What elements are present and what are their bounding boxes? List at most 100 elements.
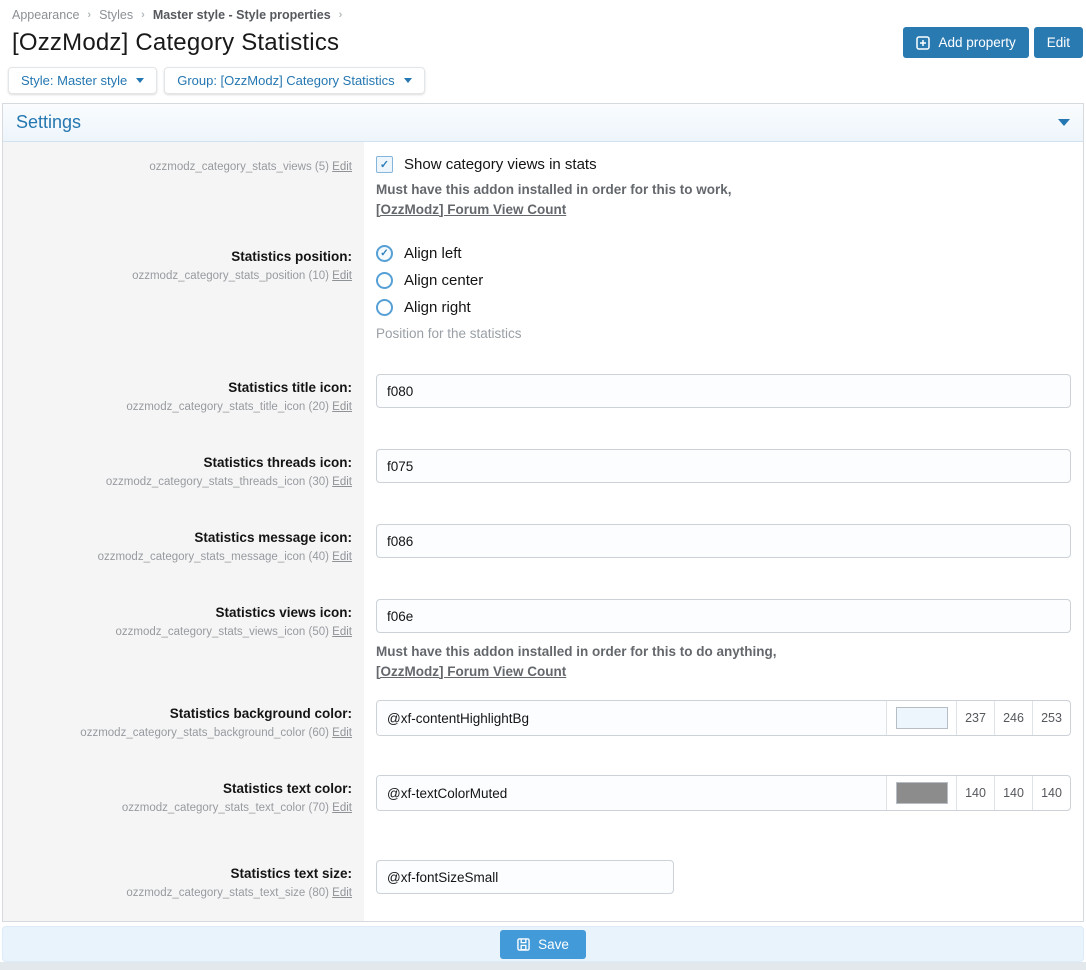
property-label-cell: Statistics views icon: ozzmodz_category_… xyxy=(3,588,364,689)
chevron-down-icon xyxy=(136,78,144,83)
property-control-cell: 237 246 253 xyxy=(364,689,1083,764)
property-label-cell: Statistics background color: ozzmodz_cat… xyxy=(3,689,364,764)
rgb-blue-value: 253 xyxy=(1032,701,1070,735)
settings-block-header[interactable]: Settings xyxy=(3,104,1083,142)
property-control-cell: ✓ Show category views in stats Must have… xyxy=(364,142,1083,232)
property-label-cell: Statistics position: ozzmodz_category_st… xyxy=(3,232,364,363)
forum-view-count-link[interactable]: [OzzModz] Forum View Count xyxy=(376,664,566,679)
color-swatch[interactable] xyxy=(896,782,948,804)
style-selector-label: Style: Master style xyxy=(21,73,127,88)
property-row-message-icon: Statistics message icon: ozzmodz_categor… xyxy=(3,513,1083,588)
property-name: ozzmodz_category_stats_message_icon (40) xyxy=(98,551,329,563)
property-row-background-color: Statistics background color: ozzmodz_cat… xyxy=(3,689,1083,764)
property-label-cell: Statistics threads icon: ozzmodz_categor… xyxy=(3,438,364,513)
property-edit-link[interactable]: Edit xyxy=(332,161,352,173)
property-edit-link[interactable]: Edit xyxy=(332,476,352,488)
property-name: ozzmodz_category_stats_text_size (80) xyxy=(126,887,329,899)
property-row-stats-position: Statistics position: ozzmodz_category_st… xyxy=(3,232,1083,363)
rgb-red-value: 140 xyxy=(956,776,994,810)
property-edit-link[interactable]: Edit xyxy=(332,802,352,814)
property-label-cell: Statistics text size: ozzmodz_category_s… xyxy=(3,839,364,921)
background-color-input[interactable] xyxy=(377,701,886,735)
property-control-cell xyxy=(364,363,1083,438)
save-button-label: Save xyxy=(538,937,569,952)
add-property-button[interactable]: Add property xyxy=(903,27,1028,58)
page-bottom-gutter xyxy=(0,962,1086,970)
checkbox-label: Show category views in stats xyxy=(404,156,597,173)
property-title: Statistics background color: xyxy=(15,706,352,721)
color-input-group: 140 140 140 xyxy=(376,775,1071,811)
property-title: Statistics threads icon: xyxy=(15,455,352,470)
threads-icon-input[interactable] xyxy=(376,449,1071,483)
breadcrumb-separator: › xyxy=(87,9,91,21)
property-label-cell: Statistics text color: ozzmodz_category_… xyxy=(3,764,364,839)
text-size-input[interactable] xyxy=(376,860,674,894)
radio-option-align-right[interactable]: Align right xyxy=(376,299,1071,316)
property-row-text-color: Statistics text color: ozzmodz_category_… xyxy=(3,764,1083,839)
property-edit-link[interactable]: Edit xyxy=(332,270,352,282)
radio-checked-icon[interactable]: ✓ xyxy=(376,245,393,262)
radio-unchecked-icon[interactable] xyxy=(376,299,393,316)
color-swatch-cell[interactable] xyxy=(886,701,956,735)
breadcrumb: Appearance › Styles › Master style - Sty… xyxy=(0,0,1086,22)
rgb-red-value: 237 xyxy=(956,701,994,735)
hint-text: Must have this addon installed in order … xyxy=(376,644,777,659)
property-row-threads-icon: Statistics threads icon: ozzmodz_categor… xyxy=(3,438,1083,513)
color-swatch-cell[interactable] xyxy=(886,776,956,810)
property-description: Position for the statistics xyxy=(376,326,1071,341)
chevron-down-icon xyxy=(404,78,412,83)
property-control-cell: 140 140 140 xyxy=(364,764,1083,839)
edit-button-label: Edit xyxy=(1047,35,1070,50)
property-edit-link[interactable]: Edit xyxy=(332,551,352,563)
message-icon-input[interactable] xyxy=(376,524,1071,558)
rgb-green-value: 246 xyxy=(994,701,1032,735)
breadcrumb-current[interactable]: Master style - Style properties xyxy=(153,8,331,22)
property-edit-link[interactable]: Edit xyxy=(332,626,352,638)
property-row-text-size: Statistics text size: ozzmodz_category_s… xyxy=(3,839,1083,921)
add-property-label: Add property xyxy=(938,35,1015,50)
group-selector-label: Group: [OzzModz] Category Statistics xyxy=(177,73,394,88)
style-selector[interactable]: Style: Master style xyxy=(8,67,157,94)
settings-title: Settings xyxy=(16,112,81,133)
property-name: ozzmodz_category_stats_title_icon (20) xyxy=(126,401,329,413)
property-name: ozzmodz_category_stats_background_color … xyxy=(80,727,329,739)
save-floppy-icon xyxy=(517,938,530,951)
radio-option-align-left[interactable]: ✓ Align left xyxy=(376,245,1071,262)
checkbox-checked-icon[interactable]: ✓ xyxy=(376,156,393,173)
save-button[interactable]: Save xyxy=(500,930,586,959)
property-title: Statistics message icon: xyxy=(15,530,352,545)
radio-label: Align center xyxy=(404,272,483,289)
title-bar: [OzzModz] Category Statistics Add proper… xyxy=(0,22,1086,67)
group-selector[interactable]: Group: [OzzModz] Category Statistics xyxy=(164,67,424,94)
collapse-toggle-icon[interactable] xyxy=(1058,119,1070,126)
property-edit-link[interactable]: Edit xyxy=(332,887,352,899)
views-icon-input[interactable] xyxy=(376,599,1071,633)
breadcrumb-styles[interactable]: Styles xyxy=(99,8,133,22)
radio-unchecked-icon[interactable] xyxy=(376,272,393,289)
property-row-views-icon: Statistics views icon: ozzmodz_category_… xyxy=(3,588,1083,689)
breadcrumb-separator: › xyxy=(339,9,343,21)
property-edit-link[interactable]: Edit xyxy=(332,401,352,413)
property-title: Statistics text color: xyxy=(15,781,352,796)
page-title: [OzzModz] Category Statistics xyxy=(12,29,339,57)
property-name: ozzmodz_category_stats_views (5) xyxy=(149,161,329,173)
color-swatch[interactable] xyxy=(896,707,948,729)
property-control-cell xyxy=(364,839,1083,921)
title-icon-input[interactable] xyxy=(376,374,1071,408)
property-row-title-icon: Statistics title icon: ozzmodz_category_… xyxy=(3,363,1083,438)
property-name: ozzmodz_category_stats_position (10) xyxy=(132,270,329,282)
property-edit-link[interactable]: Edit xyxy=(332,727,352,739)
style-properties-page: Appearance › Styles › Master style - Sty… xyxy=(0,0,1086,970)
color-input-group: 237 246 253 xyxy=(376,700,1071,736)
forum-view-count-link[interactable]: [OzzModz] Forum View Count xyxy=(376,202,566,217)
breadcrumb-appearance[interactable]: Appearance xyxy=(12,8,79,22)
property-row-stats-views: ozzmodz_category_stats_views (5) Edit ✓ … xyxy=(3,142,1083,232)
property-control-cell: Must have this addon installed in order … xyxy=(364,588,1083,689)
text-color-input[interactable] xyxy=(377,776,886,810)
radio-option-align-center[interactable]: Align center xyxy=(376,272,1071,289)
show-views-checkbox-option[interactable]: ✓ Show category views in stats xyxy=(376,156,1071,173)
property-control-cell xyxy=(364,438,1083,513)
property-control-cell: ✓ Align left Align center Align right Po… xyxy=(364,232,1083,363)
edit-button[interactable]: Edit xyxy=(1034,27,1083,58)
header-actions: Add property Edit xyxy=(903,27,1083,58)
